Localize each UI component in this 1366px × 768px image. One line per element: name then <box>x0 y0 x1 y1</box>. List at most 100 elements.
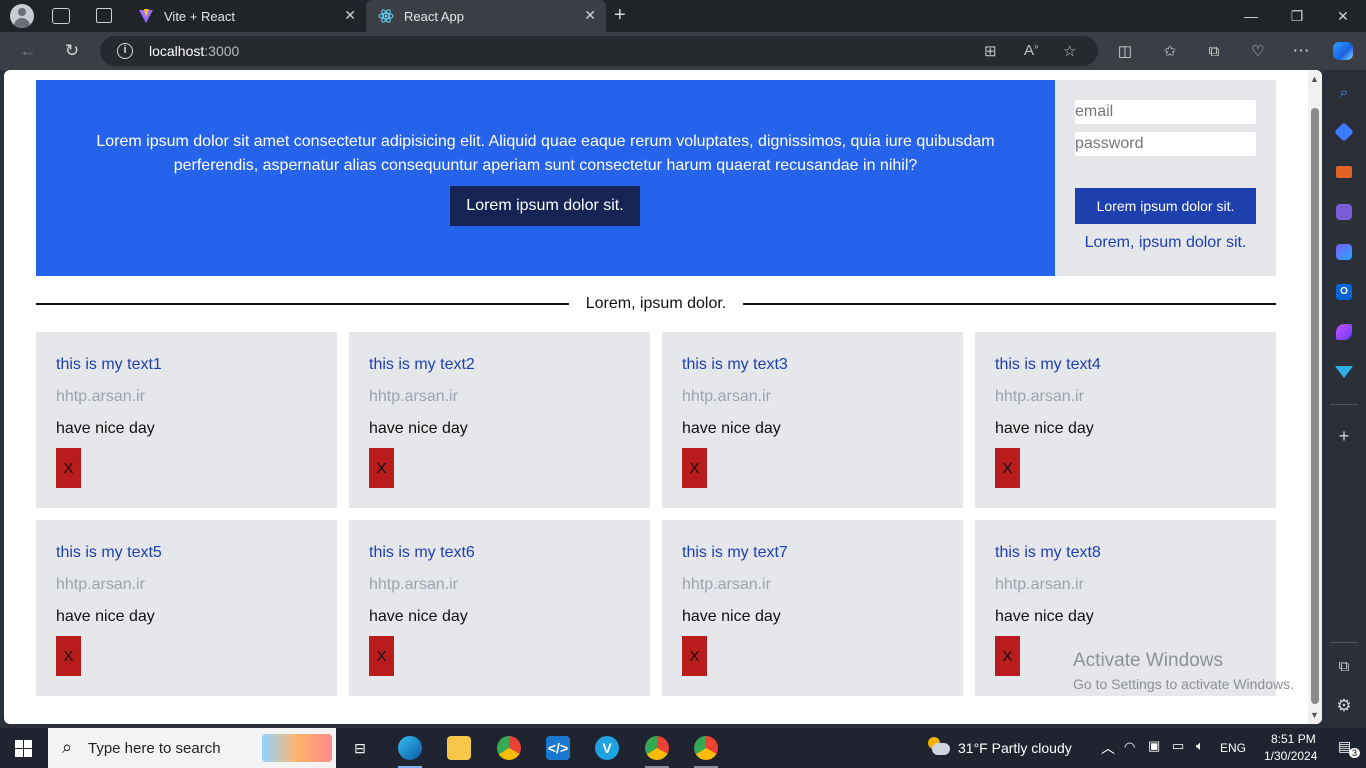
windows-start-icon[interactable] <box>15 740 32 757</box>
chrome-profile-2-icon[interactable] <box>694 736 718 760</box>
delete-button[interactable]: X <box>56 636 81 676</box>
shopping-icon[interactable] <box>1334 122 1354 142</box>
tab-vite-react[interactable]: Vite + React ✕ <box>128 0 366 32</box>
restore-icon[interactable]: ❐ <box>1274 0 1320 32</box>
card-title[interactable]: this is my text5 <box>56 544 162 562</box>
microsoft-365-icon[interactable] <box>1334 242 1354 262</box>
card-url: hhtp.arsan.ir <box>995 388 1084 405</box>
scroll-thumb[interactable] <box>1311 108 1319 704</box>
chrome-icon[interactable] <box>497 736 521 760</box>
workspaces-icon[interactable] <box>52 8 70 24</box>
network-icon[interactable]: ◠ <box>1124 739 1135 755</box>
card-title[interactable]: this is my text2 <box>369 356 475 374</box>
edge-taskbar-icon[interactable] <box>398 736 422 760</box>
copilot-icon[interactable] <box>1330 39 1356 63</box>
card-title[interactable]: this is my text1 <box>56 356 162 374</box>
card-description: have nice day <box>682 420 781 437</box>
security-icon[interactable]: ▣ <box>1148 738 1160 754</box>
refresh-icon[interactable]: ↻ <box>59 39 85 63</box>
language-indicator[interactable]: ENG <box>1220 741 1246 755</box>
login-button[interactable]: Lorem ipsum dolor sit. <box>1075 188 1256 224</box>
search-placeholder: Type here to search <box>88 740 221 757</box>
password-field[interactable] <box>1075 132 1256 156</box>
card-title[interactable]: this is my text8 <box>995 544 1101 562</box>
back-icon[interactable]: ← <box>15 39 41 63</box>
outlook-icon[interactable]: O <box>1334 282 1354 302</box>
card-title[interactable]: this is my text3 <box>682 356 788 374</box>
tab-react-app[interactable]: React App ✕ <box>366 0 606 32</box>
minimize-icon[interactable]: — <box>1228 0 1274 32</box>
hero-banner: Lorem ipsum dolor sit amet consectetur a… <box>36 80 1055 276</box>
card-description: have nice day <box>56 608 155 625</box>
volume-icon[interactable]: 🔈︎ <box>1196 738 1204 754</box>
task-view-icon[interactable]: ⊟ <box>348 736 372 760</box>
card-description: have nice day <box>369 608 468 625</box>
weather-text[interactable]: 31°F Partly cloudy <box>958 740 1072 756</box>
scroll-down-icon[interactable]: ▼ <box>1310 710 1319 720</box>
card-title[interactable]: this is my text7 <box>682 544 788 562</box>
card: this is my text4 hhtp.arsan.ir have nice… <box>975 332 1276 508</box>
read-aloud-icon[interactable]: A» <box>1024 42 1038 59</box>
more-menu-icon[interactable]: ⋯ <box>1288 39 1314 63</box>
delete-button[interactable]: X <box>56 448 81 488</box>
site-info-icon[interactable]: i <box>117 43 133 59</box>
delete-button[interactable]: X <box>682 448 707 488</box>
vimeo-icon[interactable]: V <box>595 736 619 760</box>
taskbar-search[interactable]: ⌕ Type here to search <box>48 728 336 768</box>
delete-button[interactable]: X <box>995 448 1020 488</box>
hidden-icons-chevron-icon[interactable]: ︿ <box>1101 738 1115 758</box>
profile-avatar-icon[interactable] <box>10 4 34 28</box>
vscode-icon[interactable]: </> <box>546 736 570 760</box>
tab-actions-icon[interactable] <box>96 8 112 23</box>
card-description: have nice day <box>995 420 1094 437</box>
card-url: hhtp.arsan.ir <box>56 576 145 593</box>
delete-button[interactable]: X <box>682 636 707 676</box>
weather-icon[interactable] <box>928 737 950 757</box>
hero-button[interactable]: Lorem ipsum dolor sit. <box>450 186 640 226</box>
card: this is my text7 hhtp.arsan.ir have nice… <box>662 520 963 696</box>
card-description: have nice day <box>56 420 155 437</box>
browser-toolbar: ← ↻ i localhost:3000 ⊞ A» ☆ ◫ ✩ ⧉ ♡ ⋯ <box>0 32 1366 70</box>
tab-close-icon[interactable]: ✕ <box>584 7 596 24</box>
tab-title: Vite + React <box>164 8 235 24</box>
drop-icon[interactable] <box>1334 362 1354 382</box>
search-icon[interactable]: ⌕ <box>1334 82 1354 102</box>
favorite-star-icon[interactable]: ☆ <box>1063 42 1076 60</box>
battery-icon[interactable]: ▭ <box>1172 738 1184 754</box>
scroll-up-icon[interactable]: ▲ <box>1310 74 1319 84</box>
performance-icon[interactable]: ♡ <box>1245 39 1271 63</box>
delete-button[interactable]: X <box>369 448 394 488</box>
new-tab-icon[interactable]: + <box>614 4 626 27</box>
delete-button[interactable]: X <box>369 636 394 676</box>
chrome-profile-icon[interactable] <box>645 736 669 760</box>
settings-gear-icon[interactable]: ⚙ <box>1334 696 1354 716</box>
clock-time[interactable]: 8:51 PM <box>1271 732 1316 746</box>
add-icon[interactable]: + <box>1334 426 1354 446</box>
delete-button[interactable]: X <box>995 636 1020 676</box>
windows-taskbar: ⌕ Type here to search ⊟ </> V 31°F Partl… <box>0 728 1366 768</box>
split-screen-icon[interactable]: ◫ <box>1112 39 1138 63</box>
card-url: hhtp.arsan.ir <box>369 388 458 405</box>
tools-icon[interactable] <box>1334 162 1354 182</box>
card-title[interactable]: this is my text6 <box>369 544 475 562</box>
app-available-icon[interactable]: ⊞ <box>984 42 997 60</box>
url-text[interactable]: localhost:3000 <box>149 43 239 59</box>
clock-date[interactable]: 1/30/2024 <box>1264 749 1317 763</box>
file-explorer-icon[interactable] <box>447 736 471 760</box>
card-title[interactable]: this is my text4 <box>995 356 1101 374</box>
login-link[interactable]: Lorem, ipsum dolor sit. <box>1055 234 1276 252</box>
email-field[interactable] <box>1075 100 1256 124</box>
card-description: have nice day <box>682 608 781 625</box>
card-url: hhtp.arsan.ir <box>995 576 1084 593</box>
tab-close-icon[interactable]: ✕ <box>344 7 356 24</box>
page-viewport: Lorem ipsum dolor sit amet consectetur a… <box>4 70 1322 724</box>
designer-icon[interactable] <box>1334 322 1354 342</box>
collections-icon[interactable]: ⧉ <box>1201 39 1227 63</box>
card: this is my text6 hhtp.arsan.ir have nice… <box>349 520 650 696</box>
open-external-icon[interactable]: ⧉ <box>1334 656 1354 676</box>
window-close-icon[interactable]: ✕ <box>1320 0 1366 32</box>
favorites-icon[interactable]: ✩ <box>1157 39 1183 63</box>
page-scrollbar[interactable]: ▲ ▼ <box>1308 70 1322 724</box>
games-icon[interactable] <box>1334 202 1354 222</box>
address-bar[interactable]: i localhost:3000 ⊞ A» ☆ <box>100 36 1098 66</box>
